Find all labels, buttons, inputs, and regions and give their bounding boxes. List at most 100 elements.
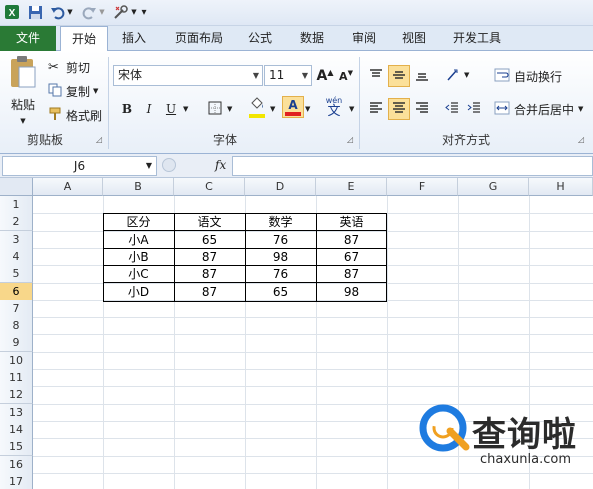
- grow-font-button[interactable]: A ▲: [314, 65, 336, 87]
- orientation-button[interactable]: [443, 65, 465, 87]
- undo-dropdown-icon[interactable]: ▼: [66, 3, 74, 21]
- fill-color-dropdown-icon[interactable]: ▼: [270, 105, 275, 113]
- table-cell[interactable]: 65: [174, 231, 245, 249]
- row-header[interactable]: 17: [0, 472, 33, 489]
- table-cell[interactable]: 87: [316, 265, 387, 283]
- redo-icon[interactable]: [80, 3, 98, 21]
- row-header-selected[interactable]: 6: [0, 282, 33, 301]
- row-header[interactable]: 4: [0, 247, 33, 266]
- tab-view[interactable]: 视图: [390, 26, 438, 51]
- expand-handle-icon[interactable]: [162, 158, 176, 172]
- column-header-h[interactable]: H: [529, 178, 593, 196]
- fill-color-button[interactable]: [246, 96, 268, 118]
- bold-button[interactable]: B: [116, 98, 138, 120]
- font-launcher-icon[interactable]: ◿: [347, 135, 353, 144]
- cut-button[interactable]: ✂ 剪切: [48, 58, 90, 76]
- row-header[interactable]: 2: [0, 213, 33, 232]
- row-header[interactable]: 14: [0, 420, 33, 439]
- borders-button[interactable]: [204, 98, 226, 120]
- tools-icon[interactable]: [112, 3, 130, 21]
- row-header[interactable]: 9: [0, 334, 33, 353]
- table-cell[interactable]: 小D: [103, 283, 174, 301]
- table-cell[interactable]: 76: [245, 265, 316, 283]
- increase-indent-button[interactable]: [463, 98, 485, 120]
- table-header-cell[interactable]: 数学: [245, 213, 316, 231]
- redo-dropdown-icon[interactable]: ▼: [98, 3, 106, 21]
- table-cell[interactable]: 87: [316, 231, 387, 249]
- save-icon[interactable]: [26, 3, 44, 21]
- table-cell[interactable]: 87: [174, 248, 245, 266]
- row-header[interactable]: 10: [0, 351, 33, 370]
- alignment-launcher-icon[interactable]: ◿: [578, 135, 584, 144]
- select-all-corner[interactable]: [0, 178, 33, 196]
- phonetic-guide-button[interactable]: wén 文: [320, 96, 348, 118]
- tab-review[interactable]: 审阅: [340, 26, 388, 51]
- row-header[interactable]: 15: [0, 438, 33, 457]
- tools-dropdown-icon[interactable]: ▼: [130, 3, 138, 21]
- table-header-cell[interactable]: 语文: [174, 213, 245, 231]
- align-center-button[interactable]: [388, 98, 410, 120]
- row-header[interactable]: 16: [0, 455, 33, 474]
- tab-file[interactable]: 文件: [0, 26, 56, 51]
- row-header[interactable]: 12: [0, 386, 33, 405]
- column-header-d[interactable]: D: [245, 178, 316, 196]
- table-cell[interactable]: 98: [316, 283, 387, 301]
- shrink-font-button[interactable]: A ▼: [335, 65, 357, 87]
- tab-data[interactable]: 数据: [288, 26, 336, 51]
- insert-function-button[interactable]: fx: [215, 158, 226, 172]
- format-painter-button[interactable]: 格式刷: [48, 106, 102, 124]
- formula-input[interactable]: [232, 156, 593, 176]
- wrap-text-button[interactable]: 自动换行: [494, 67, 562, 85]
- tab-developer[interactable]: 开发工具: [440, 26, 514, 51]
- underline-dropdown-icon[interactable]: ▼: [183, 105, 188, 113]
- merge-center-button[interactable]: 合并后居中 ▼: [494, 100, 583, 118]
- borders-dropdown-icon[interactable]: ▼: [227, 105, 232, 113]
- clipboard-launcher-icon[interactable]: ◿: [96, 135, 102, 144]
- column-header-g[interactable]: G: [458, 178, 529, 196]
- align-bottom-button[interactable]: [411, 65, 433, 87]
- row-header[interactable]: 11: [0, 369, 33, 387]
- decrease-indent-button[interactable]: [441, 98, 463, 120]
- table-cell[interactable]: 87: [174, 283, 245, 301]
- font-color-button[interactable]: A: [282, 96, 304, 118]
- table-cell[interactable]: 小C: [103, 265, 174, 283]
- table-cell[interactable]: 87: [174, 265, 245, 283]
- row-header[interactable]: 5: [0, 265, 33, 284]
- tab-page-layout[interactable]: 页面布局: [162, 26, 236, 51]
- font-size-combo[interactable]: 11 ▼: [264, 65, 312, 86]
- row-header[interactable]: 8: [0, 317, 33, 336]
- column-header-b[interactable]: B: [103, 178, 174, 196]
- font-color-dropdown-icon[interactable]: ▼: [305, 105, 310, 113]
- table-cell[interactable]: 67: [316, 248, 387, 266]
- column-header-f[interactable]: F: [387, 178, 458, 196]
- italic-button[interactable]: I: [138, 98, 160, 120]
- table-cell[interactable]: 76: [245, 231, 316, 249]
- align-left-button[interactable]: [365, 98, 387, 120]
- undo-icon[interactable]: [48, 3, 66, 21]
- column-header-c[interactable]: C: [174, 178, 245, 196]
- tab-formulas[interactable]: 公式: [236, 26, 284, 51]
- table-header-cell[interactable]: 英语: [316, 213, 387, 231]
- column-header-e[interactable]: E: [316, 178, 387, 196]
- phonetic-dropdown-icon[interactable]: ▼: [349, 105, 354, 113]
- row-header[interactable]: 3: [0, 230, 33, 249]
- row-header[interactable]: 1: [0, 196, 33, 214]
- align-right-button[interactable]: [411, 98, 433, 120]
- tab-insert[interactable]: 插入: [110, 26, 158, 51]
- copy-button[interactable]: 复制 ▼: [48, 82, 98, 100]
- row-header[interactable]: 13: [0, 403, 33, 422]
- name-box[interactable]: J6 ▼: [2, 156, 157, 176]
- tab-home[interactable]: 开始: [60, 26, 108, 52]
- table-header-cell[interactable]: 区分: [103, 213, 174, 231]
- underline-button[interactable]: U: [160, 98, 182, 120]
- table-cell[interactable]: 98: [245, 248, 316, 266]
- table-cell[interactable]: 65: [245, 283, 316, 301]
- row-header[interactable]: 7: [0, 299, 33, 318]
- align-middle-button[interactable]: [388, 65, 410, 87]
- orientation-dropdown-icon[interactable]: ▼: [464, 71, 469, 79]
- column-header-a[interactable]: A: [33, 178, 103, 196]
- customize-toolbar-icon[interactable]: ▾: [139, 3, 149, 21]
- table-cell[interactable]: 小A: [103, 231, 174, 249]
- align-top-button[interactable]: [365, 65, 387, 87]
- font-name-combo[interactable]: 宋体 ▼: [113, 65, 263, 86]
